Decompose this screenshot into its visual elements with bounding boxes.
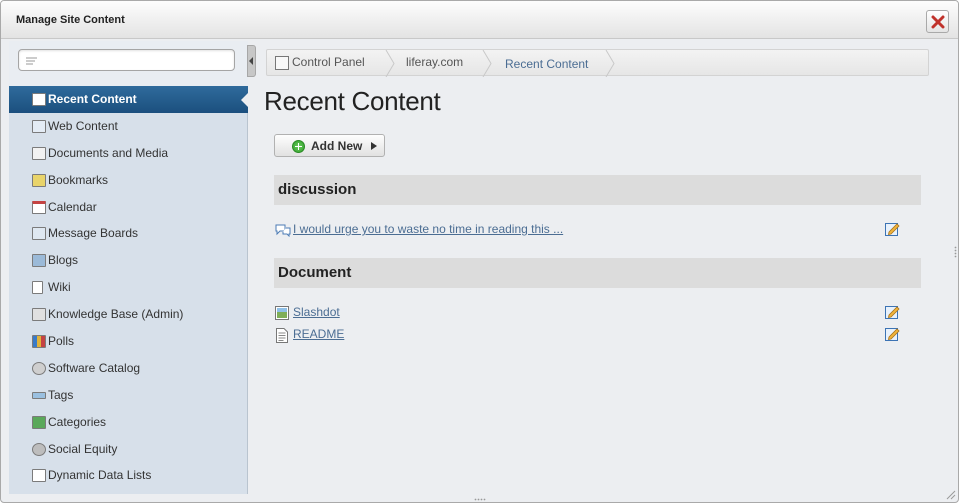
documents-media-icon bbox=[32, 146, 46, 160]
sidebar-item-calendar[interactable]: Calendar bbox=[9, 194, 248, 221]
breadcrumb: Control Panel liferay.com Recent Content bbox=[266, 49, 929, 77]
sidebar-item-label: Blogs bbox=[48, 253, 79, 268]
add-new-button[interactable]: Add New bbox=[274, 134, 385, 157]
resize-grip-icon[interactable] bbox=[945, 489, 956, 500]
sidebar-item-message-boards[interactable]: Message Boards bbox=[9, 220, 248, 247]
main-content: Control Panel liferay.com Recent Content… bbox=[256, 41, 956, 501]
dialog-title: Manage Site Content bbox=[16, 14, 125, 26]
social-equity-icon bbox=[32, 442, 46, 456]
sidebar-item-tags[interactable]: Tags bbox=[9, 382, 248, 409]
list-item: README bbox=[275, 326, 921, 344]
tags-icon bbox=[32, 391, 46, 399]
text-file-icon bbox=[276, 328, 288, 343]
sidebar-item-label: Web Content bbox=[48, 118, 118, 133]
entry-link[interactable]: I would urge you to waste no time in rea… bbox=[293, 222, 563, 236]
sidebar-item-label: Wiki bbox=[48, 280, 71, 295]
sidebar-item-label: Social Equity bbox=[48, 441, 118, 456]
sidebar-item-label: Calendar bbox=[48, 199, 97, 214]
add-icon bbox=[292, 140, 305, 153]
wiki-icon bbox=[32, 281, 43, 295]
add-new-label: Add New bbox=[311, 139, 363, 153]
sidebar-item-label: Dynamic Data Lists bbox=[48, 468, 152, 483]
sidebar-item-blogs[interactable]: Blogs bbox=[9, 247, 248, 274]
edit-icon[interactable] bbox=[885, 304, 900, 319]
breadcrumb-separator-icon bbox=[385, 50, 395, 77]
breadcrumb-item-site[interactable]: liferay.com bbox=[406, 55, 463, 72]
categories-icon bbox=[32, 415, 46, 429]
edit-icon[interactable] bbox=[885, 221, 900, 236]
breadcrumb-separator-icon bbox=[605, 50, 615, 77]
chevron-right-icon bbox=[371, 142, 377, 150]
sidebar: Recent Content Web Content Documents and… bbox=[9, 41, 249, 494]
sidebar-item-knowledge-base[interactable]: Knowledge Base (Admin) bbox=[9, 301, 248, 328]
discussion-icon bbox=[275, 224, 291, 237]
manage-site-content-dialog: Manage Site Content Recent Content Web C… bbox=[0, 0, 959, 503]
control-panel-icon bbox=[275, 56, 289, 70]
sidebar-item-label: Message Boards bbox=[48, 226, 139, 241]
sidebar-item-social-equity[interactable]: Social Equity bbox=[9, 436, 248, 463]
breadcrumb-item-control-panel[interactable]: Control Panel bbox=[292, 55, 365, 72]
sidebar-item-polls[interactable]: Polls bbox=[9, 328, 248, 355]
software-catalog-icon bbox=[32, 361, 46, 375]
search-field-icon bbox=[26, 57, 37, 65]
search-input[interactable] bbox=[18, 49, 235, 71]
sidebar-item-label: Software Catalog bbox=[48, 360, 141, 375]
list-item: Slashdot bbox=[275, 304, 921, 322]
resize-handle-right-icon[interactable] bbox=[954, 246, 957, 258]
recent-content-icon bbox=[32, 93, 46, 106]
sidebar-item-label: Tags bbox=[48, 387, 74, 402]
dynamic-data-lists-icon bbox=[32, 469, 46, 483]
sidebar-search-area bbox=[9, 41, 248, 88]
page-title: Recent Content bbox=[264, 86, 441, 116]
entry-link[interactable]: README bbox=[293, 327, 344, 341]
dialog-titlebar[interactable]: Manage Site Content bbox=[1, 1, 958, 39]
sidebar-item-categories[interactable]: Categories bbox=[9, 409, 248, 436]
sidebar-item-label: Recent Content bbox=[48, 92, 137, 106]
sidebar-item-documents-and-media[interactable]: Documents and Media bbox=[9, 140, 248, 167]
list-item: I would urge you to waste no time in rea… bbox=[275, 221, 921, 239]
sidebar-item-bookmarks[interactable]: Bookmarks bbox=[9, 167, 248, 194]
knowledge-base-icon bbox=[32, 308, 46, 322]
entry-link[interactable]: Slashdot bbox=[293, 305, 340, 319]
image-file-icon bbox=[275, 306, 289, 320]
edit-icon[interactable] bbox=[885, 326, 900, 341]
sidebar-item-web-content[interactable]: Web Content bbox=[9, 113, 248, 140]
sidebar-item-label: Polls bbox=[48, 334, 75, 349]
sidebar-item-wiki[interactable]: Wiki bbox=[9, 274, 248, 301]
breadcrumb-separator-icon bbox=[482, 50, 492, 77]
calendar-icon bbox=[32, 200, 46, 214]
sidebar-item-software-catalog[interactable]: Software Catalog bbox=[9, 355, 248, 382]
close-button[interactable] bbox=[926, 10, 949, 33]
sidebar-collapse-handle[interactable] bbox=[247, 45, 256, 77]
section-header-document: Document bbox=[274, 258, 921, 288]
breadcrumb-item-current[interactable]: Recent Content bbox=[505, 57, 588, 74]
sidebar-item-label: Bookmarks bbox=[48, 172, 109, 187]
close-icon bbox=[931, 15, 945, 29]
sidebar-item-label: Categories bbox=[48, 414, 107, 429]
sidebar-item-label: Documents and Media bbox=[48, 145, 169, 160]
sidebar-nav: Recent Content Web Content Documents and… bbox=[9, 86, 249, 489]
section-header-discussion: discussion bbox=[274, 175, 921, 205]
resize-handle-bottom-icon[interactable] bbox=[474, 498, 486, 501]
sidebar-item-recent-content[interactable]: Recent Content bbox=[9, 86, 249, 113]
blogs-icon bbox=[32, 254, 46, 268]
sidebar-item-label: Knowledge Base (Admin) bbox=[48, 307, 184, 322]
sidebar-item-dynamic-data-lists[interactable]: Dynamic Data Lists bbox=[9, 462, 248, 489]
message-boards-icon bbox=[32, 227, 46, 241]
bookmarks-icon bbox=[32, 173, 46, 187]
web-content-icon bbox=[32, 119, 46, 133]
polls-icon bbox=[32, 335, 46, 349]
